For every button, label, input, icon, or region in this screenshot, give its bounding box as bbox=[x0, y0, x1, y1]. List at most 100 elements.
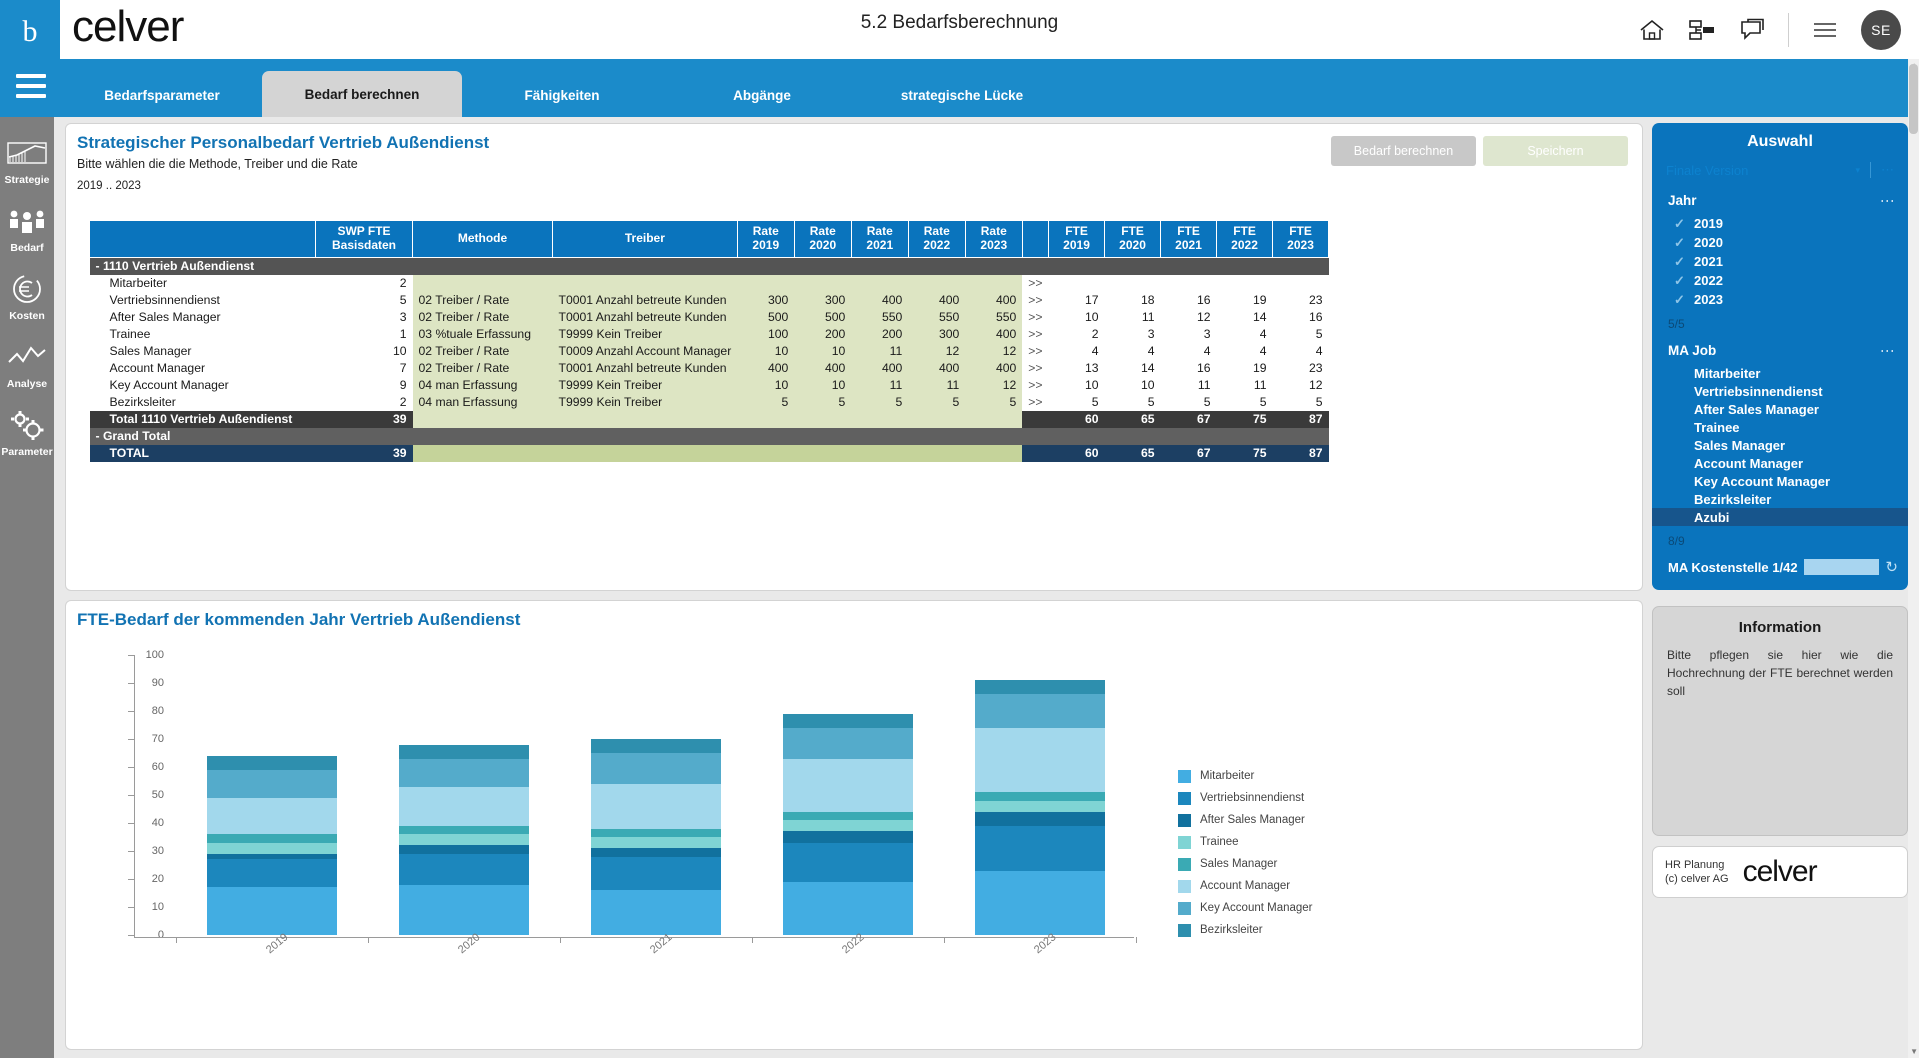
cell-rate-2022[interactable]: 300 bbox=[908, 325, 966, 343]
bar-segment-2020-account-manager[interactable] bbox=[399, 786, 529, 826]
bar-segment-2020-bezirksleiter[interactable] bbox=[399, 744, 529, 759]
col-treiber[interactable]: Treiber bbox=[552, 220, 738, 258]
cell-rate-2021[interactable]: 5 bbox=[851, 393, 909, 411]
save-button[interactable]: Speichern bbox=[1483, 136, 1628, 166]
legend-item[interactable]: Key Account Manager bbox=[1178, 897, 1313, 919]
sidebar-item-kosten[interactable]: Kosten bbox=[0, 263, 54, 331]
cell-treiber[interactable]: T9999 Kein Treiber bbox=[552, 325, 738, 343]
majob-option[interactable]: Trainee bbox=[1652, 418, 1908, 436]
bar-segment-2023-vertriebsinnendienst[interactable] bbox=[975, 825, 1105, 871]
bar-segment-2020-after-sales-manager[interactable] bbox=[399, 845, 529, 854]
tab-strategische-luecke[interactable]: strategische Lücke bbox=[862, 73, 1062, 117]
bar-segment-2020-key-account-manager[interactable] bbox=[399, 758, 529, 787]
cell-expand-arrow[interactable]: >> bbox=[1022, 326, 1048, 343]
cell-expand-arrow[interactable]: >> bbox=[1022, 309, 1048, 326]
majob-option[interactable]: Sales Manager bbox=[1652, 436, 1908, 454]
cell-rate-2019[interactable]: 500 bbox=[737, 308, 795, 326]
cell-rate-2023[interactable]: 400 bbox=[965, 291, 1023, 309]
table-row[interactable]: Mitarbeiter 2 >> bbox=[90, 274, 1329, 292]
cell-rate-2022[interactable]: 550 bbox=[908, 308, 966, 326]
col-fte-2022[interactable]: FTE 2022 bbox=[1216, 220, 1274, 258]
majob-option[interactable]: Key Account Manager bbox=[1652, 472, 1908, 490]
cell-methode[interactable]: 03 %tuale Erfassung bbox=[412, 325, 553, 343]
majob-option[interactable]: Vertriebsinnendienst bbox=[1652, 382, 1908, 400]
hamburger-menu-icon[interactable] bbox=[1811, 16, 1839, 44]
org-chart-icon[interactable] bbox=[1688, 16, 1716, 44]
bar-segment-2019-bezirksleiter[interactable] bbox=[207, 755, 337, 770]
bar-segment-2021-after-sales-manager[interactable] bbox=[591, 848, 721, 857]
cell-rate-2021[interactable]: 11 bbox=[851, 342, 909, 360]
cell-rate-2020[interactable]: 500 bbox=[794, 308, 852, 326]
cell-methode[interactable]: 02 Treiber / Rate bbox=[412, 291, 553, 309]
bar-segment-2021-trainee[interactable] bbox=[591, 837, 721, 849]
cell-rate-2019[interactable] bbox=[737, 274, 795, 292]
bar-segment-2020-trainee[interactable] bbox=[399, 834, 529, 846]
legend-item[interactable]: Sales Manager bbox=[1178, 853, 1313, 875]
chat-icon[interactable] bbox=[1738, 16, 1766, 44]
bar-segment-2020-vertriebsinnendienst[interactable] bbox=[399, 853, 529, 885]
bar-segment-2022-after-sales-manager[interactable] bbox=[783, 831, 913, 843]
bar-group-2019[interactable] bbox=[207, 755, 337, 935]
cell-rate-2020[interactable]: 200 bbox=[794, 325, 852, 343]
bar-group-2021[interactable] bbox=[591, 739, 721, 935]
bar-segment-2022-vertriebsinnendienst[interactable] bbox=[783, 842, 913, 882]
cell-rate-2019[interactable]: 5 bbox=[737, 393, 795, 411]
col-name[interactable] bbox=[89, 220, 316, 258]
cell-rate-2021[interactable]: 200 bbox=[851, 325, 909, 343]
table-group-row[interactable]: - 1110 Vertrieb Außendienst bbox=[89, 257, 1329, 275]
bar-segment-2020-mitarbeiter[interactable] bbox=[399, 884, 529, 935]
cell-rate-2023[interactable]: 400 bbox=[965, 325, 1023, 343]
col-rate-2021[interactable]: Rate 2021 bbox=[850, 220, 909, 258]
tab-faehigkeiten[interactable]: Fähigkeiten bbox=[462, 73, 662, 117]
cell-expand-arrow[interactable]: >> bbox=[1022, 292, 1048, 309]
cell-rate-2022[interactable]: 400 bbox=[908, 359, 966, 377]
col-methode[interactable]: Methode bbox=[412, 220, 553, 258]
legend-item[interactable]: Vertriebsinnendienst bbox=[1178, 787, 1313, 809]
cell-rate-2023[interactable]: 12 bbox=[965, 376, 1023, 394]
table-row[interactable]: After Sales Manager 3 02 Treiber / Rate T00… bbox=[90, 308, 1329, 326]
col-fte-2019[interactable]: FTE 2019 bbox=[1048, 220, 1106, 258]
table-row[interactable]: Key Account Manager 9 04 man Erfassung T999… bbox=[90, 376, 1329, 394]
majob-option[interactable]: Mitarbeiter bbox=[1652, 364, 1908, 382]
majob-option[interactable]: After Sales Manager bbox=[1652, 400, 1908, 418]
bar-group-2020[interactable] bbox=[399, 744, 529, 935]
bar-segment-2022-account-manager[interactable] bbox=[783, 758, 913, 812]
home-icon[interactable] bbox=[1638, 16, 1666, 44]
cell-rate-2021[interactable] bbox=[851, 274, 909, 292]
bar-segment-2019-key-account-manager[interactable] bbox=[207, 769, 337, 798]
bar-segment-2022-bezirksleiter[interactable] bbox=[783, 713, 913, 728]
kostenstelle-bar[interactable] bbox=[1803, 559, 1880, 575]
jahr-option[interactable]: ✓ 2019 bbox=[1652, 214, 1908, 233]
jahr-option[interactable]: ✓ 2022 bbox=[1652, 271, 1908, 290]
avatar[interactable]: SE bbox=[1861, 9, 1901, 50]
table-row[interactable]: Vertriebsinnendienst 5 02 Treiber / Rate T0… bbox=[90, 291, 1329, 309]
bar-segment-2023-account-manager[interactable] bbox=[975, 727, 1105, 793]
page-scrollbar-track[interactable]: ▲ ▼ bbox=[1908, 59, 1919, 1058]
version-selector[interactable]: Finale Version ▾ ⋯ bbox=[1652, 159, 1908, 181]
cell-rate-2022[interactable]: 12 bbox=[908, 342, 966, 360]
calculate-button[interactable]: Bedarf berechnen bbox=[1331, 136, 1476, 166]
bar-segment-2023-sales-manager[interactable] bbox=[975, 792, 1105, 801]
cell-rate-2019[interactable]: 300 bbox=[737, 291, 795, 309]
bar-segment-2019-trainee[interactable] bbox=[207, 842, 337, 854]
col-rate-2022[interactable]: Rate 2022 bbox=[907, 220, 966, 258]
version-more-icon[interactable]: ⋯ bbox=[1881, 162, 1894, 178]
tab-abgaenge[interactable]: Abgänge bbox=[662, 73, 862, 117]
cell-expand-arrow[interactable]: >> bbox=[1022, 394, 1048, 411]
cell-methode[interactable]: 02 Treiber / Rate bbox=[412, 342, 553, 360]
cell-rate-2019[interactable]: 400 bbox=[737, 359, 795, 377]
cell-rate-2021[interactable]: 550 bbox=[851, 308, 909, 326]
bar-segment-2022-key-account-manager[interactable] bbox=[783, 727, 913, 759]
table-row[interactable]: Sales Manager 10 02 Treiber / Rate T0009 An… bbox=[90, 342, 1329, 360]
bar-segment-2019-mitarbeiter[interactable] bbox=[207, 887, 337, 935]
cell-rate-2021[interactable]: 11 bbox=[851, 376, 909, 394]
section-kebab-jahr[interactable]: ⋮ bbox=[1880, 194, 1896, 208]
cell-rate-2020[interactable]: 5 bbox=[794, 393, 852, 411]
cell-rate-2020[interactable]: 400 bbox=[794, 359, 852, 377]
col-swp-fte[interactable]: SWP FTE Basisdaten bbox=[315, 220, 413, 258]
bar-group-2023[interactable] bbox=[975, 680, 1105, 935]
bar-segment-2021-vertriebsinnendienst[interactable] bbox=[591, 856, 721, 891]
cell-treiber[interactable]: T0001 Anzahl betreute Kunden bbox=[552, 308, 738, 326]
cell-rate-2020[interactable] bbox=[794, 274, 852, 292]
bar-segment-2019-account-manager[interactable] bbox=[207, 797, 337, 835]
